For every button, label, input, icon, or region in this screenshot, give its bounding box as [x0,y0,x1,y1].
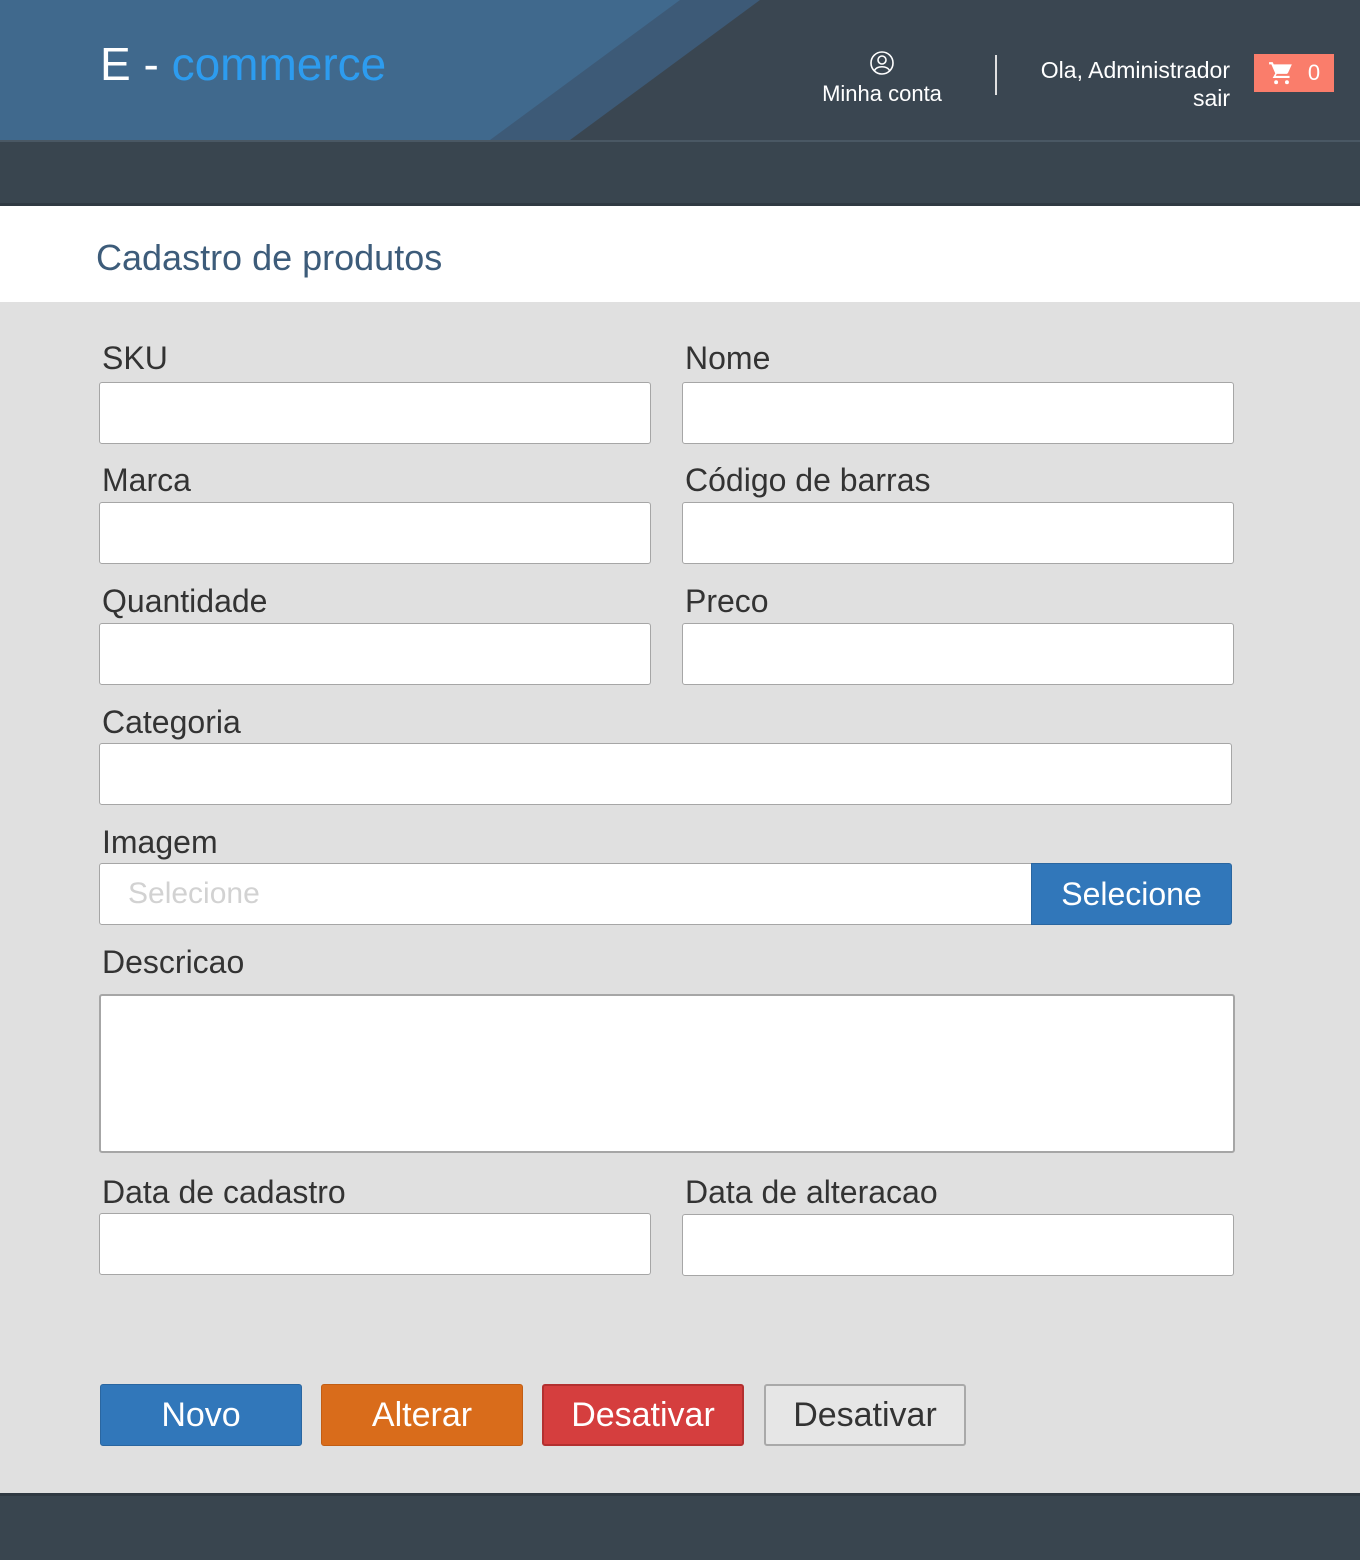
desativar-secondary-button[interactable]: Desativar [764,1384,966,1446]
cart-icon [1268,62,1292,85]
imagem-field [99,863,1033,925]
logo-text-accent: commerce [171,38,387,90]
user-greeting: Ola, Administrador [1040,57,1230,83]
sku-field [99,382,651,444]
preco-label: Preco [685,583,769,619]
my-account-link[interactable]: Minha conta [812,50,952,108]
data-cadastro-input[interactable] [100,1214,650,1274]
data-cadastro-label: Data de cadastro [102,1174,346,1210]
nome-input[interactable] [683,383,1233,443]
page-title: Cadastro de produtos [96,237,443,278]
alterar-button[interactable]: Alterar [321,1384,523,1446]
top-header: E - commerce Minha conta Ola, Administra… [0,0,1360,140]
nome-label: Nome [685,340,771,376]
logo-text-prefix: E - [100,38,172,90]
imagem-input[interactable] [100,864,1032,924]
nome-field [682,382,1234,444]
nav-bar [0,140,1360,206]
logo[interactable]: E - commerce [100,36,386,92]
footer [0,1493,1360,1560]
page-title-bar: Cadastro de produtos [0,206,1360,302]
sku-input[interactable] [100,383,650,443]
marca-input[interactable] [100,503,650,563]
my-account-label: Minha conta [822,81,942,106]
categoria-field [99,743,1232,805]
preco-input[interactable] [683,624,1233,684]
cart-button[interactable]: 0 [1254,54,1334,92]
descricao-field [99,994,1235,1153]
descricao-textarea[interactable] [101,996,1233,1151]
marca-field [99,502,651,564]
imagem-label: Imagem [102,824,218,860]
header-divider [995,55,997,95]
quantidade-input[interactable] [100,624,650,684]
user-greeting-block: Ola, Administrador sair [1000,56,1230,112]
categoria-label: Categoria [102,704,241,740]
data-cadastro-field [99,1213,651,1275]
categoria-input[interactable] [100,744,1231,804]
user-circle-icon [870,51,894,75]
codigo-barras-field [682,502,1234,564]
codigo-barras-label: Código de barras [685,462,931,498]
quantidade-field [99,623,651,685]
quantidade-label: Quantidade [102,583,268,619]
data-alteracao-field [682,1214,1234,1276]
descricao-label: Descricao [102,944,245,980]
desativar-button[interactable]: Desativar [542,1384,744,1446]
codigo-barras-input[interactable] [683,503,1233,563]
logout-link[interactable]: sair [1000,84,1230,112]
data-alteracao-input[interactable] [683,1215,1233,1275]
sku-label: SKU [102,340,168,376]
cart-count: 0 [1307,60,1321,85]
marca-label: Marca [102,462,191,498]
preco-field [682,623,1234,685]
data-alteracao-label: Data de alteracao [685,1174,938,1210]
image-select-button[interactable]: Selecione [1031,863,1232,925]
novo-button[interactable]: Novo [100,1384,302,1446]
